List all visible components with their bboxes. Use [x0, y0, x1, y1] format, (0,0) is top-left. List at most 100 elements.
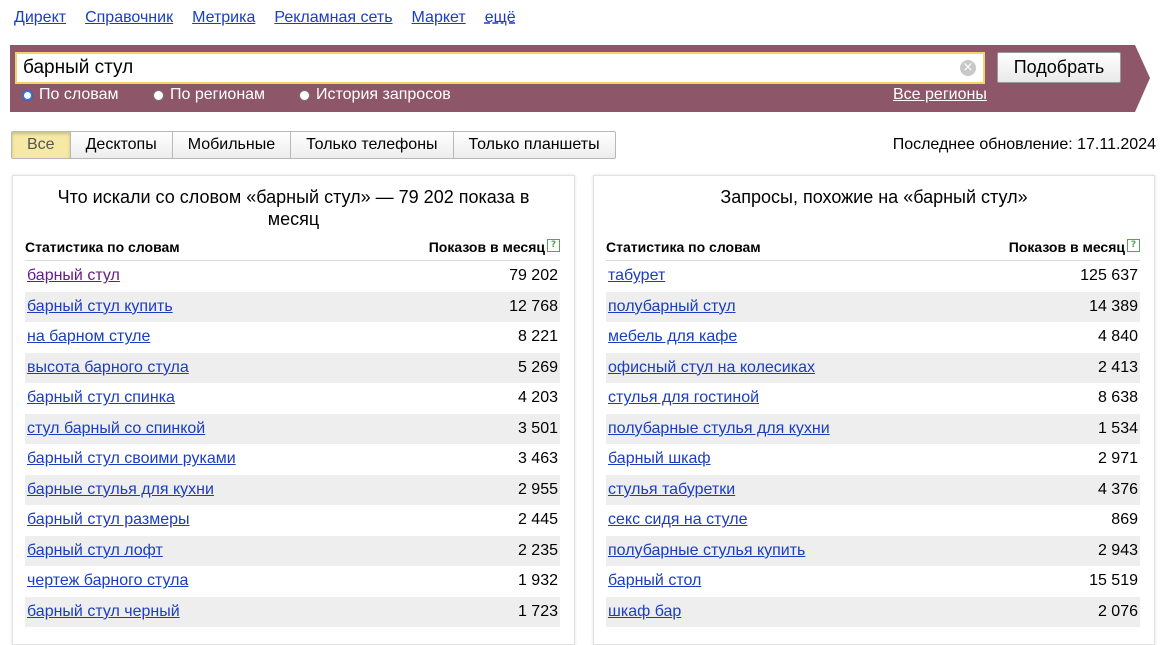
- table-header: Статистика по словам Показов в месяц?: [25, 239, 560, 261]
- table-row: полубарный стул 14 389: [606, 291, 1140, 322]
- phrase-link[interactable]: барный стул: [27, 267, 120, 285]
- phrase-link[interactable]: барный стул купить: [27, 298, 173, 316]
- table-row: барный стул черный 1 723: [25, 596, 560, 627]
- tab-tablets-only[interactable]: Только планшеты: [452, 132, 615, 158]
- similar-queries-table: табурет 125 637 полубарный стул 14 389 мебел…: [606, 261, 1140, 627]
- column-header-count-label: Показов в месяц: [1008, 239, 1125, 255]
- tab-desktops[interactable]: Десктопы: [69, 132, 172, 158]
- phrase-link[interactable]: стулья для гостиной: [608, 389, 759, 407]
- search-field: ×: [15, 52, 985, 84]
- phrase-link[interactable]: барный стул черный: [27, 603, 180, 621]
- impressions-count: 12 768: [509, 297, 558, 315]
- radio-label: По регионам: [170, 86, 266, 103]
- radio-by-words[interactable]: По словам: [22, 86, 118, 104]
- table-row: стулья табуретки 4 376: [606, 474, 1140, 505]
- nav-market[interactable]: Маркет: [412, 9, 466, 27]
- table-row: барный стул размеры 2 445: [25, 505, 560, 536]
- tab-all[interactable]: Все: [12, 132, 70, 158]
- radio-label: По словам: [39, 86, 119, 103]
- nav-direct[interactable]: Директ: [14, 9, 66, 27]
- table-row: стул барный со спинкой 3 501: [25, 413, 560, 444]
- impressions-count: 5 269: [517, 358, 558, 376]
- column-header-count-label: Показов в месяц: [428, 239, 545, 255]
- clear-icon[interactable]: ×: [960, 60, 976, 76]
- radio-unchecked-icon: [299, 89, 310, 101]
- table-row: чертеж барного стула 1 932: [25, 566, 560, 597]
- similar-queries-panel: Запросы, похожие на «барный стул» Статис…: [593, 175, 1155, 645]
- impressions-count: 2 971: [1097, 450, 1138, 468]
- tab-mobile[interactable]: Мобильные: [171, 132, 290, 158]
- impressions-count: 1 723: [517, 602, 558, 620]
- phrase-link[interactable]: стулья табуретки: [608, 481, 735, 499]
- table-row: секс сидя на стуле 869: [606, 505, 1140, 536]
- impressions-count: 15 519: [1089, 572, 1138, 590]
- nav-ad-network[interactable]: Рекламная сеть: [274, 9, 392, 27]
- phrase-link[interactable]: секс сидя на стуле: [608, 511, 747, 529]
- help-icon[interactable]: ?: [1127, 239, 1140, 252]
- impressions-count: 2 235: [517, 541, 558, 559]
- all-regions-link[interactable]: Все регионы: [893, 86, 987, 104]
- impressions-count: 14 389: [1089, 297, 1138, 315]
- phrase-link[interactable]: высота барного стула: [27, 359, 189, 377]
- phrase-link[interactable]: на барном стуле: [27, 328, 150, 346]
- phrase-link[interactable]: мебель для кафе: [608, 328, 737, 346]
- phrase-link[interactable]: барный стул своими руками: [27, 450, 236, 468]
- table-row: барный стул спинка 4 203: [25, 383, 560, 414]
- phrase-link[interactable]: офисный стул на колесиках: [608, 359, 815, 377]
- table-row: барные стулья для кухни 2 955: [25, 474, 560, 505]
- phrase-link[interactable]: стул барный со спинкой: [27, 420, 205, 438]
- table-row: офисный стул на колесиках 2 413: [606, 352, 1140, 383]
- impressions-count: 2 943: [1097, 541, 1138, 559]
- table-row: мебель для кафе 4 840: [606, 322, 1140, 353]
- impressions-count: 8 221: [517, 328, 558, 346]
- radio-query-history[interactable]: История запросов: [299, 86, 451, 104]
- phrase-link[interactable]: шкаф бар: [608, 603, 681, 621]
- column-header-words: Статистика по словам: [25, 239, 180, 255]
- phrase-link[interactable]: полубарные стулья для кухни: [608, 420, 830, 438]
- table-row: табурет 125 637: [606, 261, 1140, 292]
- column-header-count: Показов в месяц?: [429, 239, 560, 255]
- table-row: барный стул лофт 2 235: [25, 535, 560, 566]
- radio-label: История запросов: [316, 86, 451, 103]
- table-row: стулья для гостиной 8 638: [606, 383, 1140, 414]
- nav-spravochnik[interactable]: Справочник: [85, 9, 173, 27]
- last-update-text: Последнее обновление: 17.11.2024: [892, 136, 1156, 153]
- table-row: полубарные стулья для кухни 1 534: [606, 413, 1140, 444]
- impressions-count: 4 840: [1097, 328, 1138, 346]
- phrase-link[interactable]: табурет: [608, 267, 665, 285]
- words-table: барный стул 79 202 барный стул купить 12 76…: [25, 261, 560, 627]
- column-header-count: Показов в месяц?: [1009, 239, 1140, 255]
- impressions-count: 4 376: [1097, 480, 1138, 498]
- phrase-link[interactable]: чертеж барного стула: [27, 572, 188, 590]
- phrase-link[interactable]: барный стул размеры: [27, 511, 190, 529]
- table-row: на барном стуле 8 221: [25, 322, 560, 353]
- tab-phones-only[interactable]: Только телефоны: [290, 132, 452, 158]
- radio-by-regions[interactable]: По регионам: [153, 86, 265, 104]
- phrase-link[interactable]: барные стулья для кухни: [27, 481, 214, 499]
- device-tabs: Все Десктопы Мобильные Только телефоны Т…: [11, 131, 616, 159]
- table-row: высота барного стула 5 269: [25, 352, 560, 383]
- nav-metrika[interactable]: Метрика: [192, 9, 255, 27]
- impressions-count: 2 076: [1097, 602, 1138, 620]
- impressions-count: 79 202: [509, 267, 558, 285]
- phrase-link[interactable]: барный стол: [608, 572, 701, 590]
- column-header-words: Статистика по словам: [606, 239, 761, 255]
- radio-unchecked-icon: [153, 89, 164, 101]
- panel-title: Что искали со словом «барный стул» — 79 …: [57, 187, 530, 229]
- table-row: полубарные стулья купить 2 943: [606, 535, 1140, 566]
- phrase-link[interactable]: полубарные стулья купить: [608, 542, 805, 560]
- phrase-link[interactable]: барный стул лофт: [27, 542, 163, 560]
- impressions-count: 1 534: [1097, 419, 1138, 437]
- help-icon[interactable]: ?: [547, 239, 560, 252]
- phrase-link[interactable]: барный шкаф: [608, 450, 711, 468]
- words-panel: Что искали со словом «барный стул» — 79 …: [12, 175, 575, 645]
- impressions-count: 1 932: [517, 572, 558, 590]
- phrase-link[interactable]: полубарный стул: [608, 298, 736, 316]
- radio-checked-icon: [22, 89, 33, 101]
- search-button[interactable]: Подобрать: [997, 52, 1121, 83]
- phrase-link[interactable]: барный стул спинка: [27, 389, 175, 407]
- table-row: барный шкаф 2 971: [606, 444, 1140, 475]
- search-input[interactable]: [17, 54, 943, 82]
- nav-more[interactable]: ещё: [485, 9, 516, 27]
- panel-title: Запросы, похожие на «барный стул»: [720, 187, 1028, 207]
